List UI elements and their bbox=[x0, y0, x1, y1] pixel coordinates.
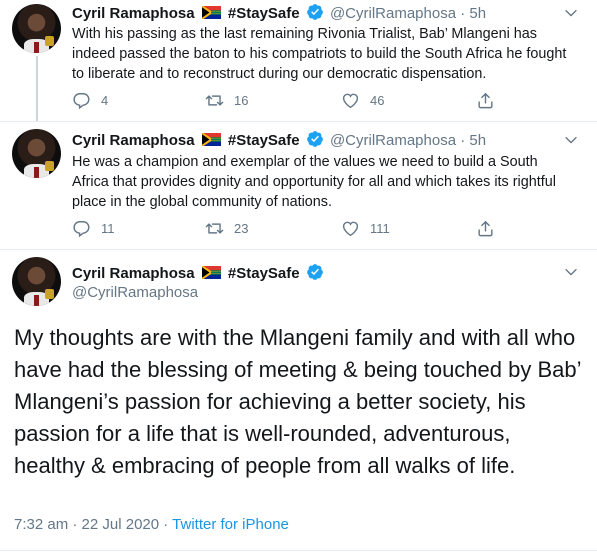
author-handle[interactable]: @CyrilRamaphosa bbox=[330, 132, 456, 149]
tweet-time[interactable]: 5h bbox=[469, 5, 486, 22]
like-button[interactable]: 111 bbox=[341, 219, 390, 238]
chevron-down-icon[interactable] bbox=[563, 132, 579, 148]
tweet-time[interactable]: 5h bbox=[469, 132, 486, 149]
author-hashtag[interactable]: #StaySafe bbox=[228, 132, 300, 149]
like-button[interactable]: 46 bbox=[341, 91, 384, 110]
avatar[interactable] bbox=[12, 129, 61, 178]
heart-icon bbox=[342, 221, 359, 237]
heart-icon bbox=[342, 93, 359, 109]
chevron-down-icon[interactable] bbox=[563, 5, 579, 21]
verified-badge-icon bbox=[306, 131, 323, 147]
retweet-button[interactable]: 16 bbox=[205, 91, 248, 110]
author-hashtag[interactable]: #StaySafe bbox=[228, 5, 300, 22]
tweet-meta: 7:32 am · 22 Jul 2020 · Twitter for iPho… bbox=[14, 516, 289, 533]
avatar[interactable] bbox=[12, 257, 61, 306]
reply-icon bbox=[73, 93, 90, 110]
retweet-count: 23 bbox=[234, 221, 249, 236]
retweet-button[interactable]: 23 bbox=[205, 219, 248, 238]
retweet-icon bbox=[205, 95, 224, 106]
reply-button[interactable]: 4 bbox=[72, 91, 108, 110]
like-count: 46 bbox=[370, 93, 385, 108]
main-tweet-text: My thoughts are with the Mlangeni family… bbox=[14, 325, 581, 478]
tweet-header: Cyril Ramaphosa #StaySafe @CyrilRamaphos… bbox=[72, 131, 487, 149]
tweet-text: With his passing as the last remaining R… bbox=[72, 26, 567, 82]
share-icon bbox=[478, 221, 493, 237]
author-name[interactable]: Cyril Ramaphosa bbox=[72, 265, 195, 282]
reply-count: 11 bbox=[101, 221, 115, 236]
like-count: 111 bbox=[370, 221, 390, 236]
retweet-icon bbox=[205, 223, 224, 234]
tweet-text: He was a champion and exemplar of the va… bbox=[72, 154, 556, 210]
tweet-actions: 4 16 46 bbox=[72, 91, 502, 111]
avatar[interactable] bbox=[12, 4, 61, 53]
tweet-source-link[interactable]: Twitter for iPhone bbox=[172, 516, 289, 533]
verified-badge-icon bbox=[306, 4, 323, 20]
author-name[interactable]: Cyril Ramaphosa bbox=[72, 5, 195, 22]
tweet-2[interactable]: Cyril Ramaphosa #StaySafe @CyrilRamaphos… bbox=[0, 122, 597, 248]
share-icon bbox=[478, 93, 493, 109]
reply-count: 4 bbox=[101, 93, 109, 108]
author-handle[interactable]: @CyrilRamaphosa bbox=[72, 284, 198, 301]
south-africa-flag-icon bbox=[201, 6, 221, 19]
chevron-down-icon[interactable] bbox=[563, 264, 579, 280]
author-name[interactable]: Cyril Ramaphosa bbox=[72, 132, 195, 149]
retweet-count: 16 bbox=[234, 93, 249, 108]
thread-line bbox=[36, 56, 38, 122]
verified-badge-icon bbox=[306, 264, 323, 280]
south-africa-flag-icon bbox=[201, 133, 221, 146]
share-button[interactable] bbox=[476, 91, 505, 110]
author-hashtag[interactable]: #StaySafe bbox=[228, 265, 300, 282]
author-handle[interactable]: @CyrilRamaphosa bbox=[330, 5, 456, 22]
tweet-1[interactable]: Cyril Ramaphosa #StaySafe @CyrilRamaphos… bbox=[0, 0, 597, 122]
tweet-header: Cyril Ramaphosa #StaySafe @CyrilRamaphos… bbox=[72, 4, 487, 22]
reply-icon bbox=[73, 221, 90, 238]
tweet-actions: 11 23 111 bbox=[72, 219, 502, 239]
south-africa-flag-icon bbox=[201, 266, 221, 279]
main-tweet-header: Cyril Ramaphosa #StaySafe bbox=[72, 263, 326, 284]
tweet-timestamp[interactable]: 7:32 am · 22 Jul 2020 bbox=[14, 516, 159, 533]
reply-button[interactable]: 11 bbox=[72, 219, 115, 238]
share-button[interactable] bbox=[476, 219, 505, 238]
divider bbox=[0, 550, 597, 551]
